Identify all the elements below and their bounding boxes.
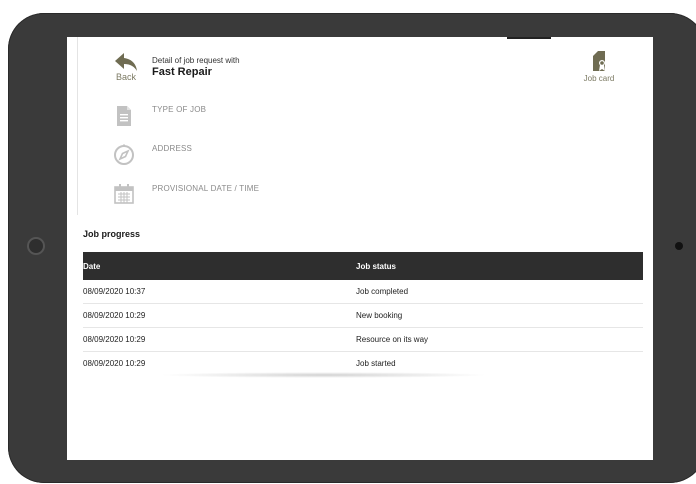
job-card-button[interactable]: Job card <box>574 49 624 83</box>
sensor-dot <box>675 242 683 250</box>
row-date: 08/09/2020 10:29 <box>83 311 146 320</box>
job-progress-table: Date Job status 08/09/2020 10:37 Job com… <box>83 252 643 375</box>
row-status: Resource on its way <box>356 335 429 344</box>
job-card-label: Job card <box>583 74 615 83</box>
provisional-date-label: PROVISIONAL DATE / TIME <box>152 184 260 193</box>
camera-button <box>27 237 45 255</box>
row-date: 08/09/2020 10:29 <box>83 335 146 344</box>
row-date: 08/09/2020 10:37 <box>83 287 146 296</box>
back-arrow-icon <box>115 53 137 71</box>
table-row: 08/09/2020 10:29 Resource on its way <box>83 328 643 352</box>
back-button[interactable]: Back <box>111 51 141 82</box>
row-status: Job completed <box>356 287 409 296</box>
table-header: Date Job status <box>83 252 643 280</box>
table-shadow <box>159 372 489 378</box>
back-label: Back <box>115 72 136 82</box>
compass-icon <box>114 144 134 165</box>
table-row: 08/09/2020 10:29 New booking <box>83 304 643 328</box>
row-date: 08/09/2020 10:29 <box>83 359 146 368</box>
row-status: New booking <box>356 311 403 320</box>
column-header-date: Date <box>83 262 101 271</box>
job-card-icon <box>593 51 605 71</box>
left-divider <box>77 37 78 215</box>
row-status: Job started <box>356 359 396 368</box>
page-title: Fast Repair <box>152 66 212 78</box>
column-header-status: Job status <box>356 262 397 271</box>
address-label: ADDRESS <box>152 144 193 153</box>
page-subtitle: Detail of job request with <box>152 56 240 65</box>
type-of-job-label: TYPE OF JOB <box>152 105 207 114</box>
document-icon <box>117 106 131 126</box>
job-progress-title: Job progress <box>83 229 141 239</box>
top-accent-bar <box>507 37 551 39</box>
app-screen: Back Detail of job request with Fast Rep… <box>67 37 653 460</box>
calendar-icon <box>114 184 134 204</box>
table-row: 08/09/2020 10:37 Job completed <box>83 280 643 304</box>
